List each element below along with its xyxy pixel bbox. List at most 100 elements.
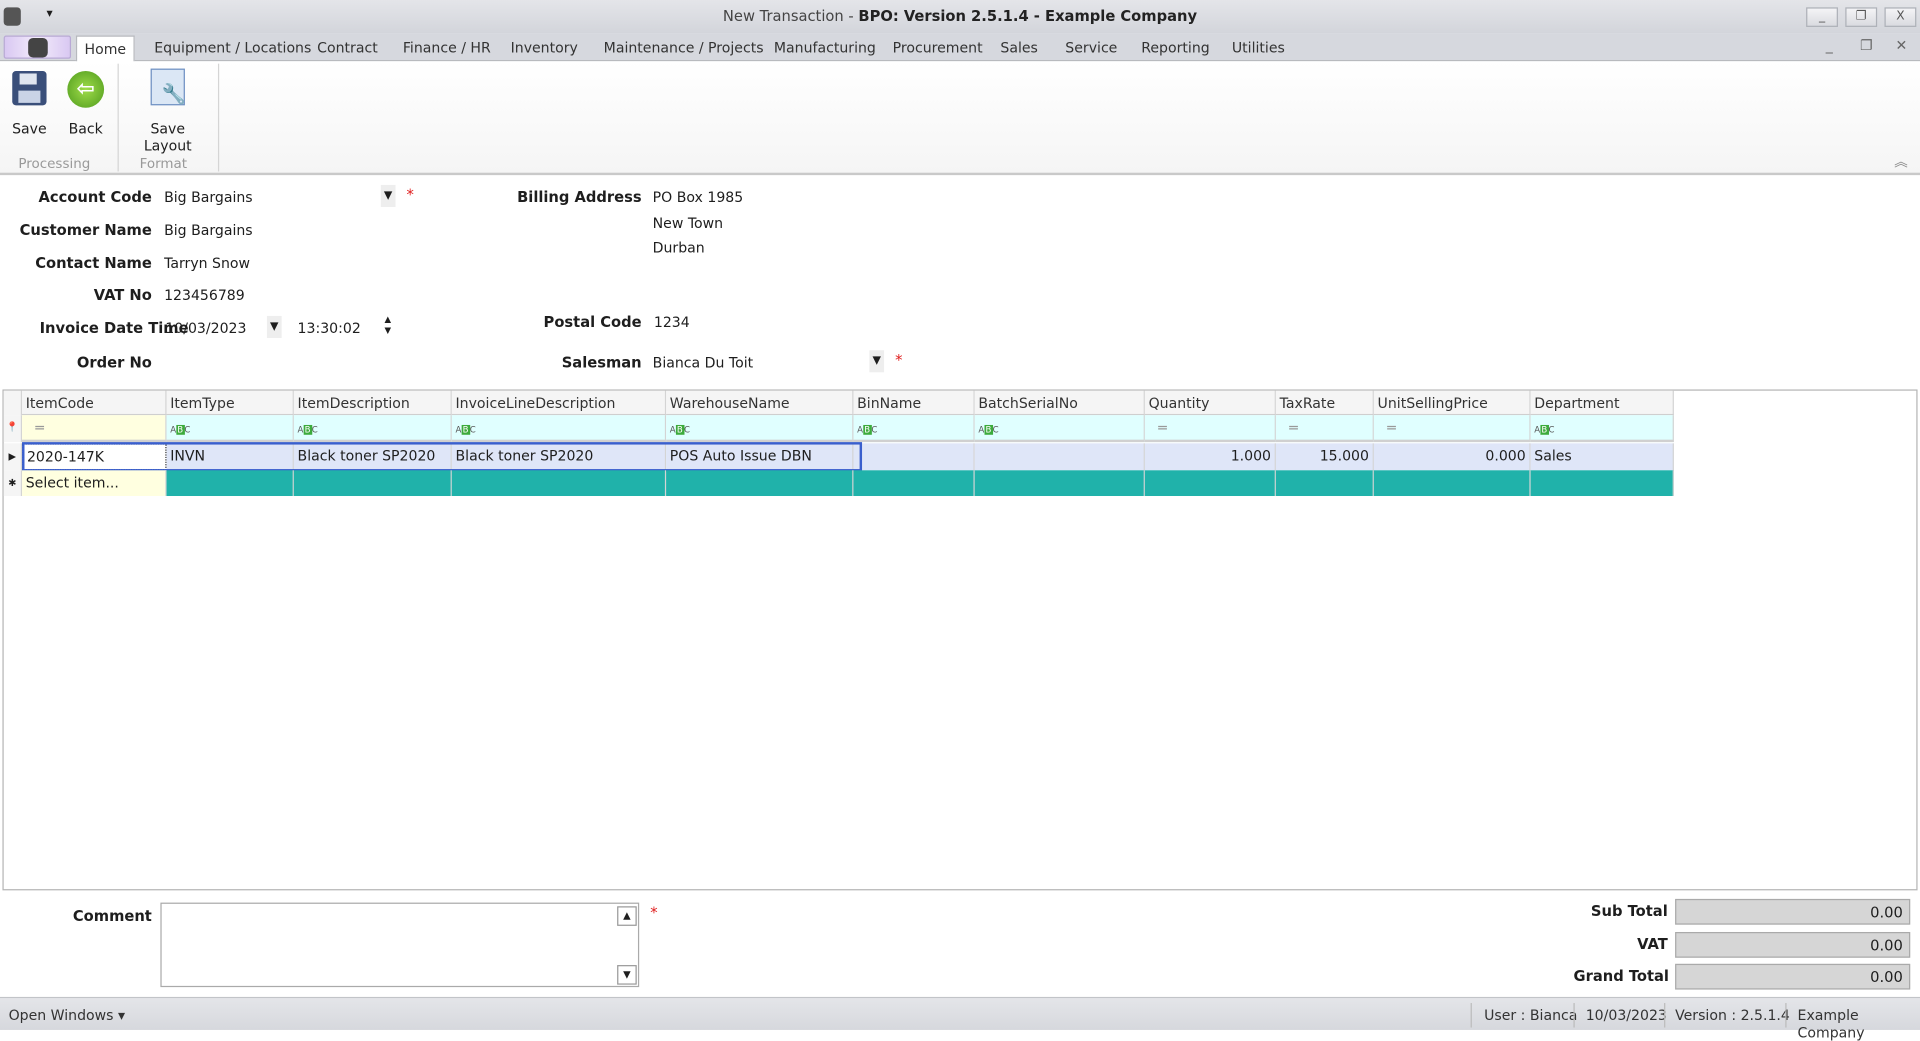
column-header-invoicelinedescription[interactable]: InvoiceLineDescription (451, 390, 667, 416)
customer-name-field[interactable]: Big Bargains (164, 222, 253, 239)
grid-cell[interactable] (853, 443, 975, 471)
tab-maintenance-projects[interactable]: Maintenance / Projects (604, 39, 764, 56)
collapse-ribbon-icon[interactable]: ︽ (1894, 152, 1907, 172)
grid-cell[interactable] (974, 443, 1145, 471)
invoice-time-field[interactable]: 13:30:02 (298, 320, 361, 337)
tab-contract[interactable]: Contract (317, 39, 378, 56)
table-row[interactable]: ▶ 2020-147K INVN Black toner SP2020 Black to… (3, 443, 1674, 471)
column-header-binname[interactable]: BinName (853, 390, 975, 416)
grid-cell[interactable]: 0.000 (1373, 443, 1531, 471)
grid-cell[interactable]: Sales (1530, 443, 1674, 471)
column-header-itemcode[interactable]: ItemCode (22, 390, 167, 416)
order-no-label: Order No (76, 353, 152, 372)
tab-home[interactable]: Home (75, 35, 135, 63)
invoice-date-field[interactable]: 10/03/2023 (165, 320, 246, 337)
invoice-date-dropdown[interactable]: ▼ (266, 315, 282, 339)
grid-cell[interactable]: Black toner SP2020 (451, 443, 667, 471)
back-button[interactable]: ⇦ Back (66, 71, 105, 137)
tab-procurement[interactable]: Procurement (893, 39, 983, 56)
column-header-itemdescription[interactable]: ItemDescription (293, 390, 452, 416)
contact-name-field[interactable]: Tarryn Snow (164, 255, 250, 272)
column-header-unitsellingprice[interactable]: UnitSellingPrice (1373, 390, 1531, 416)
scroll-down-button[interactable]: ▼ (617, 965, 637, 985)
filter-cell[interactable]: ABC (666, 415, 854, 443)
column-header-quantity[interactable]: Quantity (1144, 390, 1276, 416)
tab-inventory[interactable]: Inventory (511, 39, 578, 56)
account-code-dropdown[interactable]: ▼ (380, 184, 396, 207)
grid-cell[interactable]: INVN (166, 443, 294, 471)
tab-utilities[interactable]: Utilities (1232, 39, 1285, 56)
customer-name-label: Customer Name (19, 221, 152, 239)
billing-address-line-3[interactable]: Durban (653, 239, 705, 256)
new-row-cell[interactable] (1275, 470, 1374, 497)
close-button[interactable]: X (1884, 7, 1917, 27)
grid-cell[interactable]: 1.000 (1144, 443, 1276, 471)
tab-finance-hr[interactable]: Finance / HR (403, 39, 491, 56)
new-row-cell[interactable] (293, 470, 452, 497)
new-row-cell[interactable] (666, 470, 854, 497)
ribbon: Save ⇦ Back 🔧 Save Layout Processing For… (0, 61, 1920, 176)
billing-address-line-2[interactable]: New Town (653, 214, 723, 231)
column-header-taxrate[interactable]: TaxRate (1275, 390, 1374, 416)
salesman-dropdown[interactable]: ▼ (869, 350, 885, 373)
new-row-cell[interactable] (853, 470, 975, 497)
filter-cell[interactable]: ═ (22, 415, 167, 443)
status-date: 10/03/2023 (1585, 1006, 1667, 1024)
comment-textarea[interactable]: ▲ ▼ (160, 902, 640, 988)
filter-cell[interactable]: ═ (1373, 415, 1531, 443)
status-user: User : Bianca (1484, 1006, 1578, 1024)
filter-cell[interactable]: ABC (166, 415, 294, 443)
filter-cell[interactable]: ═ (1144, 415, 1276, 443)
grid-filter-row[interactable]: 📍 ═ ABC ABC ABC ABC ABC ABC ═ ═ ═ ABC (3, 415, 1674, 443)
tab-equipment-locations[interactable]: Equipment / Locations (154, 39, 311, 56)
tab-sales[interactable]: Sales (1000, 39, 1037, 56)
text-filter-icon: ABC (297, 424, 318, 435)
line-items-grid[interactable]: ItemCode ItemType ItemDescription InvoiceLi… (2, 389, 1918, 891)
new-row-cell[interactable] (166, 470, 294, 497)
grid-cell[interactable]: POS Auto Issue DBN (666, 443, 854, 471)
filter-cell[interactable]: ABC (853, 415, 975, 443)
new-row-cell[interactable] (451, 470, 667, 497)
scroll-up-button[interactable]: ▲ (617, 906, 637, 926)
mdi-restore-button[interactable]: ❐ (1860, 37, 1873, 54)
column-header-itemtype[interactable]: ItemType (166, 390, 294, 416)
column-header-department[interactable]: Department (1530, 390, 1674, 416)
order-no-field[interactable] (159, 349, 404, 373)
required-marker: * (650, 903, 658, 921)
filter-cell[interactable]: ABC (974, 415, 1145, 443)
billing-address-line-1[interactable]: PO Box 1985 (653, 189, 744, 206)
save-button[interactable]: Save (10, 71, 49, 137)
filter-cell[interactable]: ABC (451, 415, 667, 443)
new-item-row[interactable]: ✱ Select item... (3, 470, 1674, 497)
title-bar: ▾ New Transaction - BPO: Version 2.5.1.4… (0, 0, 1920, 34)
new-row-cell[interactable] (1530, 470, 1674, 497)
account-code-field[interactable]: Big Bargains (164, 189, 253, 206)
new-row-cell[interactable] (1144, 470, 1276, 497)
grid-cell[interactable]: 15.000 (1275, 443, 1374, 471)
time-spinner[interactable]: ▲ ▼ (384, 315, 391, 337)
column-header-batchserialno[interactable]: BatchSerialNo (974, 390, 1145, 416)
save-layout-button[interactable]: 🔧 Save Layout (127, 68, 208, 154)
tab-reporting[interactable]: Reporting (1141, 39, 1209, 56)
grid-cell[interactable]: 2020-147K (22, 443, 167, 471)
select-item-placeholder[interactable]: Select item... (22, 470, 167, 497)
new-row-cell[interactable] (974, 470, 1145, 497)
tab-service[interactable]: Service (1065, 39, 1117, 56)
mdi-close-button[interactable]: ✕ (1896, 37, 1908, 54)
salesman-field[interactable]: Bianca Du Toit (653, 354, 753, 371)
tab-manufacturing[interactable]: Manufacturing (774, 39, 876, 56)
vat-no-field[interactable]: 123456789 (164, 287, 245, 304)
open-windows-menu[interactable]: Open Windows ▾ (9, 1007, 125, 1024)
filter-cell[interactable]: ═ (1275, 415, 1374, 443)
filter-cell[interactable]: ABC (1530, 415, 1674, 443)
mdi-minimize-button[interactable]: _ (1826, 37, 1833, 54)
column-header-warehousename[interactable]: WarehouseName (666, 390, 854, 416)
new-row-cell[interactable] (1373, 470, 1531, 497)
filter-cell[interactable]: ABC (293, 415, 452, 443)
title-prefix: New Transaction - (722, 7, 859, 25)
minimize-button[interactable]: _ (1806, 7, 1838, 27)
grid-cell[interactable]: Black toner SP2020 (293, 443, 452, 471)
application-menu-button[interactable] (3, 35, 72, 59)
restore-button[interactable]: ❐ (1845, 7, 1878, 27)
postal-code-field[interactable]: 1234 (654, 314, 690, 331)
